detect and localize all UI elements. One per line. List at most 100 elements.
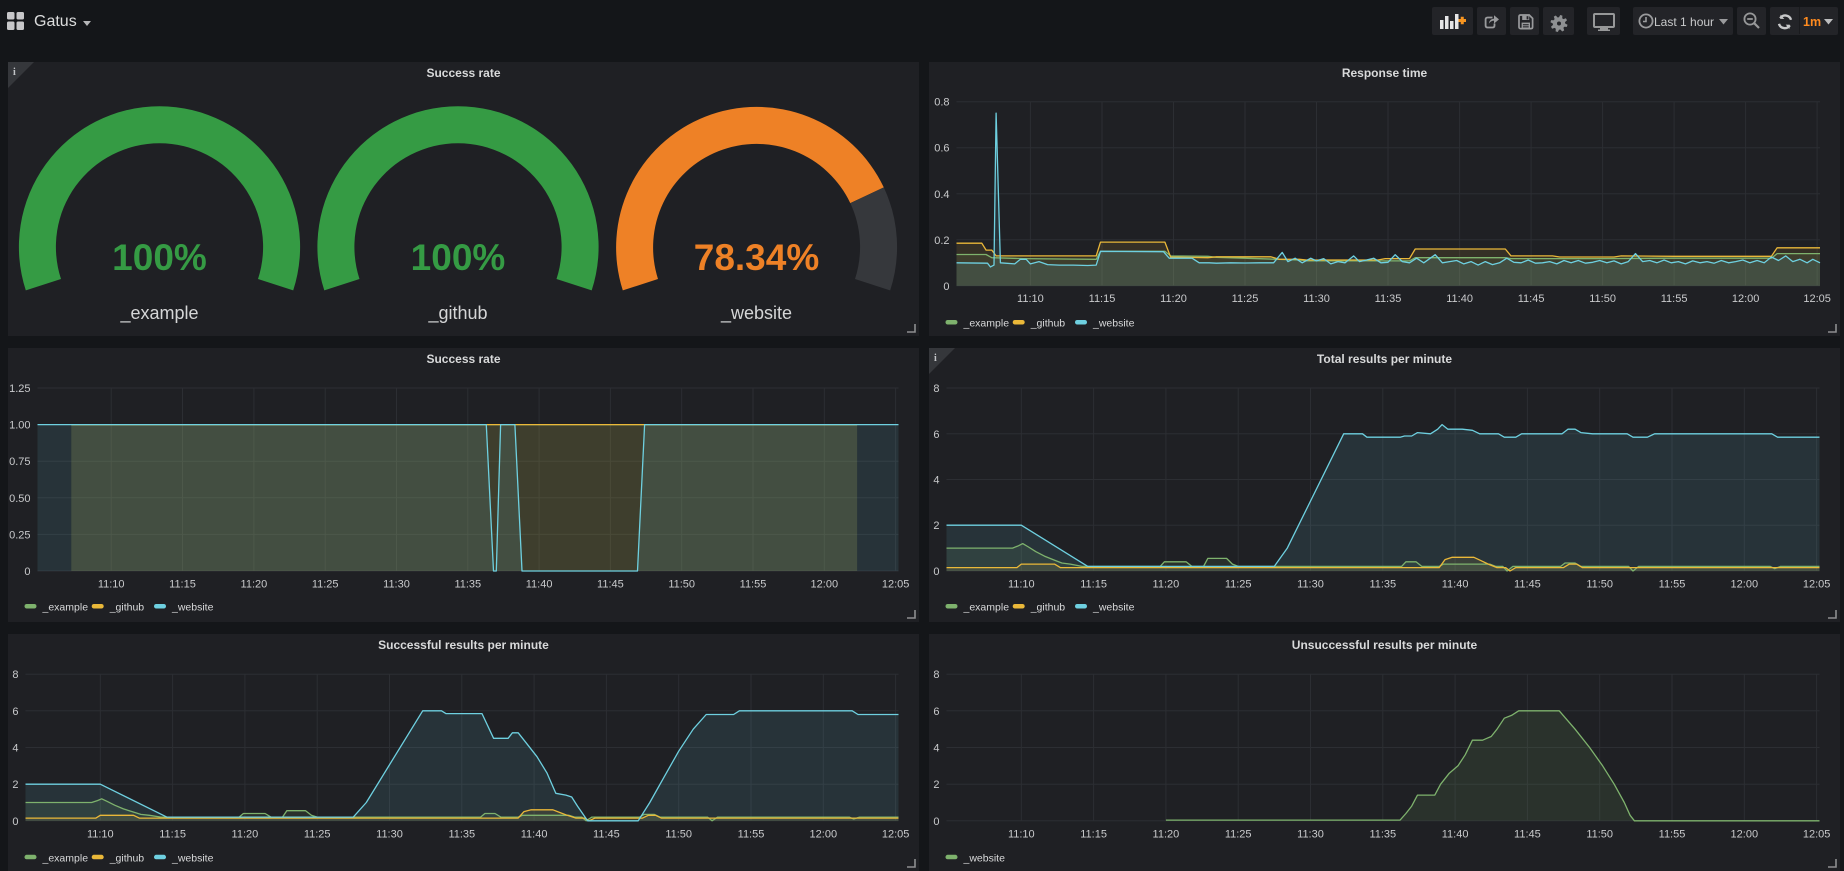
svg-text:2: 2 bbox=[12, 779, 18, 791]
svg-text:11:30: 11:30 bbox=[1297, 579, 1324, 591]
svg-text:12:00: 12:00 bbox=[1731, 579, 1759, 591]
svg-text:11:10: 11:10 bbox=[1008, 829, 1035, 841]
svg-text:_github: _github bbox=[109, 852, 145, 864]
svg-text:11:25: 11:25 bbox=[1225, 579, 1252, 591]
svg-text:2: 2 bbox=[933, 520, 939, 532]
svg-text:0: 0 bbox=[933, 816, 939, 828]
svg-text:78.34%: 78.34% bbox=[694, 237, 820, 278]
svg-text:11:50: 11:50 bbox=[665, 829, 692, 841]
svg-text:4: 4 bbox=[933, 743, 939, 755]
svg-text:0.8: 0.8 bbox=[934, 97, 949, 109]
svg-text:11:15: 11:15 bbox=[169, 579, 196, 591]
svg-text:11:55: 11:55 bbox=[1659, 829, 1686, 841]
svg-text:11:55: 11:55 bbox=[1659, 579, 1686, 591]
svg-text:11:10: 11:10 bbox=[98, 579, 125, 591]
svg-text:100%: 100% bbox=[411, 237, 506, 278]
svg-text:_website: _website bbox=[171, 602, 214, 614]
svg-text:4: 4 bbox=[933, 475, 939, 487]
svg-text:12:00: 12:00 bbox=[1731, 829, 1759, 841]
svg-text:11:35: 11:35 bbox=[448, 829, 475, 841]
svg-text:0: 0 bbox=[943, 281, 949, 293]
svg-text:11:55: 11:55 bbox=[738, 829, 765, 841]
svg-text:6: 6 bbox=[12, 706, 18, 718]
svg-text:11:15: 11:15 bbox=[1089, 293, 1116, 305]
svg-text:11:40: 11:40 bbox=[1442, 579, 1469, 591]
svg-text:11:10: 11:10 bbox=[1008, 579, 1035, 591]
svg-text:11:45: 11:45 bbox=[1514, 579, 1541, 591]
svg-text:_github: _github bbox=[1030, 318, 1066, 330]
svg-text:12:00: 12:00 bbox=[810, 829, 838, 841]
svg-text:11:25: 11:25 bbox=[1232, 293, 1259, 305]
svg-text:100%: 100% bbox=[112, 237, 207, 278]
svg-text:11:20: 11:20 bbox=[1153, 829, 1180, 841]
svg-text:12:00: 12:00 bbox=[811, 579, 839, 591]
svg-text:1.00: 1.00 bbox=[9, 420, 30, 432]
svg-text:11:30: 11:30 bbox=[1297, 829, 1324, 841]
svg-text:11:40: 11:40 bbox=[1446, 293, 1473, 305]
svg-text:i: i bbox=[13, 67, 16, 78]
svg-text:11:20: 11:20 bbox=[241, 579, 268, 591]
svg-text:12:05: 12:05 bbox=[1803, 579, 1831, 591]
svg-text:11:50: 11:50 bbox=[1589, 293, 1616, 305]
svg-text:11:10: 11:10 bbox=[87, 829, 114, 841]
svg-text:0: 0 bbox=[24, 566, 30, 578]
svg-text:11:45: 11:45 bbox=[593, 829, 620, 841]
svg-text:11:50: 11:50 bbox=[1586, 579, 1613, 591]
svg-text:8: 8 bbox=[933, 383, 939, 395]
svg-text:11:50: 11:50 bbox=[668, 579, 695, 591]
svg-text:12:05: 12:05 bbox=[1803, 293, 1831, 305]
svg-text:0.4: 0.4 bbox=[934, 189, 949, 201]
svg-text:11:20: 11:20 bbox=[1153, 579, 1180, 591]
svg-text:11:35: 11:35 bbox=[454, 579, 481, 591]
svg-text:12:05: 12:05 bbox=[1803, 829, 1831, 841]
svg-text:_website: _website bbox=[1092, 318, 1135, 330]
svg-text:11:40: 11:40 bbox=[526, 579, 553, 591]
svg-text:_example: _example bbox=[42, 852, 89, 864]
svg-text:11:35: 11:35 bbox=[1369, 579, 1396, 591]
svg-text:11:35: 11:35 bbox=[1369, 829, 1396, 841]
svg-text:_github: _github bbox=[1030, 602, 1066, 614]
svg-text:11:55: 11:55 bbox=[1661, 293, 1688, 305]
svg-text:0.2: 0.2 bbox=[934, 235, 949, 247]
svg-text:11:30: 11:30 bbox=[383, 579, 410, 591]
svg-text:11:40: 11:40 bbox=[521, 829, 548, 841]
svg-text:11:20: 11:20 bbox=[232, 829, 259, 841]
svg-text:12:05: 12:05 bbox=[882, 579, 910, 591]
svg-text:11:50: 11:50 bbox=[1586, 829, 1613, 841]
svg-text:11:20: 11:20 bbox=[1160, 293, 1187, 305]
svg-text:0.25: 0.25 bbox=[9, 529, 30, 541]
svg-text:_example: _example bbox=[963, 318, 1010, 330]
svg-text:11:55: 11:55 bbox=[740, 579, 767, 591]
svg-text:0.6: 0.6 bbox=[934, 143, 949, 155]
svg-text:11:25: 11:25 bbox=[304, 829, 331, 841]
svg-text:11:30: 11:30 bbox=[376, 829, 403, 841]
svg-text:_example: _example bbox=[119, 303, 198, 324]
svg-text:11:25: 11:25 bbox=[312, 579, 339, 591]
svg-text:_website: _website bbox=[720, 303, 792, 324]
svg-text:11:45: 11:45 bbox=[1518, 293, 1545, 305]
svg-text:0: 0 bbox=[12, 816, 18, 828]
svg-text:_website: _website bbox=[963, 852, 1006, 864]
svg-text:_example: _example bbox=[42, 602, 89, 614]
svg-text:11:40: 11:40 bbox=[1442, 829, 1469, 841]
svg-text:6: 6 bbox=[933, 429, 939, 441]
svg-text:11:15: 11:15 bbox=[1080, 829, 1107, 841]
svg-text:_example: _example bbox=[963, 602, 1010, 614]
svg-text:0: 0 bbox=[933, 566, 939, 578]
svg-text:0.75: 0.75 bbox=[9, 456, 30, 468]
svg-text:12:05: 12:05 bbox=[882, 829, 910, 841]
svg-text:11:30: 11:30 bbox=[1303, 293, 1330, 305]
svg-text:11:15: 11:15 bbox=[1080, 579, 1107, 591]
svg-text:11:45: 11:45 bbox=[1514, 829, 1541, 841]
svg-text:2: 2 bbox=[933, 779, 939, 791]
svg-text:i: i bbox=[934, 353, 937, 364]
svg-text:11:10: 11:10 bbox=[1017, 293, 1044, 305]
svg-text:11:45: 11:45 bbox=[597, 579, 624, 591]
svg-text:4: 4 bbox=[12, 743, 18, 755]
svg-text:_github: _github bbox=[109, 602, 145, 614]
svg-text:11:35: 11:35 bbox=[1375, 293, 1402, 305]
svg-text:11:25: 11:25 bbox=[1225, 829, 1252, 841]
svg-text:8: 8 bbox=[12, 669, 18, 681]
svg-text:8: 8 bbox=[933, 669, 939, 681]
svg-text:_website: _website bbox=[171, 852, 214, 864]
